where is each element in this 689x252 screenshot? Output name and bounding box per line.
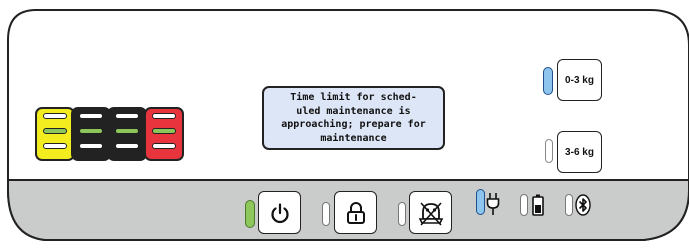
power-button[interactable]	[258, 191, 301, 234]
level-bar-black-1	[71, 107, 111, 161]
level-segment	[79, 113, 103, 119]
level-bar-red	[144, 107, 184, 161]
maintenance-indicator	[398, 202, 406, 226]
battery-indicator	[520, 194, 528, 216]
level-segment	[115, 143, 139, 149]
maintenance-crossed-icon	[418, 201, 443, 226]
level-bar-yellow	[35, 107, 75, 161]
maintenance-off-button[interactable]	[409, 191, 452, 234]
lock-indicator	[322, 202, 330, 226]
level-segment	[43, 128, 67, 134]
level-segment	[152, 128, 176, 134]
load-0-3-label: 0-3 kg	[565, 74, 594, 86]
load-0-3-button[interactable]: 0-3 kg	[557, 59, 602, 101]
plug-icon	[486, 193, 500, 215]
level-bar-black-2	[107, 107, 147, 161]
level-segment	[115, 128, 139, 134]
bluetooth-icon	[575, 194, 591, 216]
level-segment	[152, 113, 176, 119]
power-icon	[270, 202, 289, 223]
status-message: Time limit for sched- uled maintenance i…	[262, 86, 445, 150]
load-0-3-indicator	[543, 67, 553, 95]
bluetooth-indicator	[565, 194, 573, 216]
lock-button[interactable]	[334, 191, 377, 234]
load-3-6-label: 3-6 kg	[565, 146, 594, 158]
power-indicator	[245, 200, 255, 228]
lock-icon	[346, 201, 365, 224]
level-segment	[152, 143, 176, 149]
level-segment	[43, 143, 67, 149]
battery-icon	[532, 194, 544, 216]
level-segment	[43, 113, 67, 119]
load-3-6-indicator	[545, 139, 553, 163]
load-3-6-button[interactable]: 3-6 kg	[557, 131, 602, 173]
level-segment	[79, 143, 103, 149]
level-segment	[79, 128, 103, 134]
plug-indicator	[476, 189, 485, 215]
level-segment	[115, 113, 139, 119]
